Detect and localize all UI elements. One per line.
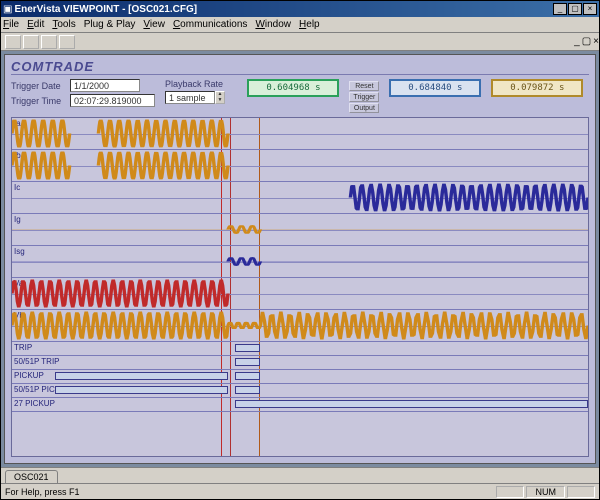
comtrade-controls: Trigger Date 1/1/2000 Trigger Time 02:07…	[5, 77, 595, 117]
comtrade-panel: COMTRADE Trigger Date 1/1/2000 Trigger T…	[4, 54, 596, 464]
analog-track-Ib[interactable]: Ib	[12, 150, 588, 182]
digital-pulse	[235, 400, 588, 408]
statusbar: For Help, press F1 NUM	[1, 483, 599, 499]
playback-rate-field[interactable]: 1 sample	[165, 91, 215, 104]
analog-track-Ic[interactable]: Ic	[12, 182, 588, 214]
menu-tools[interactable]: Tools	[52, 19, 75, 30]
menu-window[interactable]: Window	[255, 19, 291, 30]
menu-edit[interactable]: Edit	[27, 19, 44, 30]
output-button[interactable]: Output	[349, 103, 379, 113]
digital-pulse	[55, 372, 228, 380]
digital-pulse	[235, 344, 260, 352]
cursor-time-green: 0.604968 s	[247, 79, 339, 97]
track-label: 27 PICKUP	[14, 399, 55, 408]
menu-view[interactable]: View	[143, 19, 165, 30]
mdi-minimize-button[interactable]: _	[574, 36, 580, 47]
trigger-time-field[interactable]: 02:07:29.819000	[70, 94, 155, 107]
app-icon: ▣	[3, 4, 12, 15]
status-blank-2	[567, 486, 595, 498]
toolbar: _ ▢ ×	[1, 33, 599, 51]
toolbar-button-1[interactable]	[5, 35, 21, 49]
status-message: For Help, press F1	[5, 487, 494, 497]
digital-track-PICKUP[interactable]: PICKUP	[12, 370, 588, 384]
menu-plugplay[interactable]: Plug & Play	[84, 19, 136, 30]
trigger-date-field[interactable]: 1/1/2000	[70, 79, 140, 92]
playback-rate-label: Playback Rate	[165, 79, 225, 89]
menu-help[interactable]: Help	[299, 19, 320, 30]
maximize-button[interactable]: ▢	[568, 3, 582, 15]
track-label: TRIP	[14, 343, 32, 352]
analog-track-Vb[interactable]: Vb	[12, 310, 588, 342]
delta-time-amber: 0.079872 s	[491, 79, 583, 97]
toolbar-button-4[interactable]	[59, 35, 75, 49]
analog-track-Va[interactable]: Va	[12, 278, 588, 310]
trigger-date-label: Trigger Date	[11, 81, 66, 91]
digital-track-TRIP[interactable]: TRIP	[12, 342, 588, 356]
digital-track-50-51P-PICKUP[interactable]: 50/51P PICKUP	[12, 384, 588, 398]
menubar: FFileile Edit Tools Plug & Play View Com…	[1, 17, 599, 33]
comtrade-title: COMTRADE	[11, 59, 589, 75]
trigger-time-label: Trigger Time	[11, 96, 66, 106]
app-window: ▣ EnerVista VIEWPOINT - [OSC021.CFG] _ ▢…	[0, 0, 600, 500]
reset-button[interactable]: Reset	[349, 81, 379, 91]
analog-track-Isg[interactable]: Isg	[12, 246, 588, 278]
mdi-maximize-button[interactable]: ▢	[582, 36, 591, 47]
analog-track-Ia[interactable]: Ia	[12, 118, 588, 150]
menu-file[interactable]: FFileile	[3, 19, 19, 30]
window-title: EnerVista VIEWPOINT - [OSC021.CFG]	[12, 4, 552, 15]
document-tabs: OSC021	[1, 467, 599, 483]
track-label: PICKUP	[14, 371, 44, 380]
client-area: COMTRADE Trigger Date 1/1/2000 Trigger T…	[1, 51, 599, 467]
digital-pulse	[55, 386, 228, 394]
digital-pulse	[235, 386, 260, 394]
toolbar-button-2[interactable]	[23, 35, 39, 49]
toolbar-button-3[interactable]	[41, 35, 57, 49]
digital-track-27-PICKUP[interactable]: 27 PICKUP	[12, 398, 588, 412]
tab-osc021[interactable]: OSC021	[5, 470, 58, 483]
status-blank-1	[496, 486, 524, 498]
digital-pulse	[235, 358, 260, 366]
comtrade-header: COMTRADE	[5, 55, 595, 77]
trigger-button[interactable]: Trigger	[349, 92, 379, 102]
minimize-button[interactable]: _	[553, 3, 567, 15]
status-num: NUM	[526, 486, 565, 498]
titlebar[interactable]: ▣ EnerVista VIEWPOINT - [OSC021.CFG] _ ▢…	[1, 1, 599, 17]
close-button[interactable]: ×	[583, 3, 597, 15]
cursor-time-blue: 0.684840 s	[389, 79, 481, 97]
waveform-plot[interactable]: IaIbIcIgIsgVaVbTRIP 50/51P TRIP PICKUP 50/5…	[11, 117, 589, 457]
track-label: 50/51P TRIP	[14, 357, 60, 366]
digital-pulse	[235, 372, 260, 380]
analog-track-Ig[interactable]: Ig	[12, 214, 588, 246]
menu-communications[interactable]: Communications	[173, 19, 248, 30]
playback-rate-spinner[interactable]: ▲▼	[215, 91, 225, 104]
digital-track-50-51P-TRIP[interactable]: 50/51P TRIP	[12, 356, 588, 370]
mdi-close-button[interactable]: ×	[593, 36, 599, 47]
